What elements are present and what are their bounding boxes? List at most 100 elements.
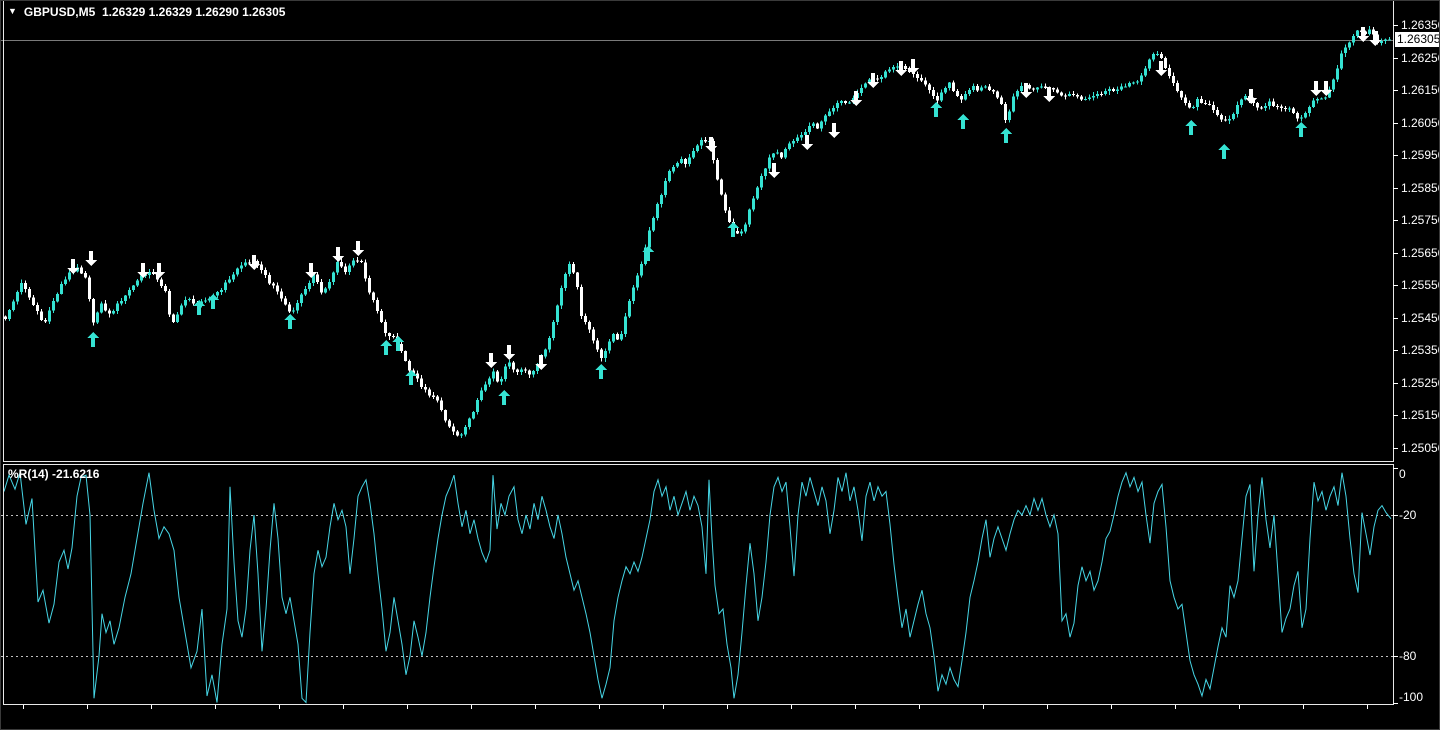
candle-body [448,421,451,427]
candle-body [1200,99,1203,103]
candle-body [1188,103,1191,107]
candle-body [1324,97,1327,98]
time-tick [471,705,472,709]
candle-body [96,313,99,323]
buy-arrow-icon [1295,122,1307,137]
time-tick [215,705,216,709]
candle-body [696,146,699,151]
buy-arrow-icon [284,314,296,329]
candle-body [436,397,439,401]
candle-body [392,336,395,337]
candle-body [844,101,847,103]
wpr-tick-label: -80 [1399,649,1416,663]
candle-body [876,78,879,79]
candle-body [784,149,787,158]
indicator-name: %R(14) [8,467,49,481]
panel-splitter[interactable] [3,461,1394,465]
candle-body [816,123,819,128]
candle-body [116,304,119,311]
sell-arrow-icon [705,137,717,152]
main-price-chart[interactable] [1,1,1393,461]
candle-body [176,314,179,322]
candle-body [40,311,43,320]
price-tick-label: 1.25050 [1401,441,1440,455]
candle-body [624,316,627,334]
candle-body [1180,91,1183,98]
candle-body [344,267,347,272]
sell-arrow-icon [485,353,497,368]
time-tick [1239,705,1240,709]
price-axis[interactable]: 1.263501.262501.261501.260501.259501.258… [1393,1,1440,705]
candle-body [580,287,583,316]
price-tick-label: 1.25450 [1401,311,1440,325]
candle-body [244,263,247,266]
candle-body [692,151,695,158]
candle-body [172,315,175,323]
candle-body [1044,87,1047,88]
candle-body [880,77,883,79]
candle-body [1316,99,1319,101]
candle-body [456,432,459,436]
buy-arrow-icon [1185,120,1197,135]
candle-body [608,341,611,350]
candle-body [1312,101,1315,108]
candle-body [1100,94,1103,95]
candle-body [1096,94,1099,96]
candle-body [772,154,775,158]
candle-body [944,88,947,93]
candle-body [64,279,67,284]
candle-body [964,94,967,100]
candle-body [632,287,635,301]
candle-body [232,274,235,279]
candle-body [792,141,795,143]
time-tick [983,705,984,709]
candle-body [1080,97,1083,100]
candle-body [504,366,507,379]
candle-body [744,224,747,231]
candle-body [324,288,327,292]
candle-body [332,273,335,282]
price-tick [1393,253,1398,254]
price-tick-label: 1.25750 [1401,213,1440,227]
candle-body [1148,60,1151,69]
candle-body [776,153,779,154]
candle-body [308,283,311,289]
candle-body [1240,100,1243,105]
candle-body [1132,83,1135,84]
candle-body [460,435,463,436]
candle-body [1196,99,1199,107]
price-tick [1393,318,1398,319]
candle-body [1236,105,1239,114]
candle-body [1028,85,1031,89]
symbol-dropdown-icon[interactable]: ▼ [8,6,17,16]
ohlc-quotes-label: 1.26329 1.26329 1.26290 1.26305 [102,5,286,19]
candle-body [1092,96,1095,98]
time-axis[interactable]: 8 Jul 20208 Jul 04:258 Jul 05:458 Jul 07… [1,704,1440,730]
candle-body [112,311,115,314]
candle-body [604,351,607,358]
signal-arrows [67,27,1381,405]
candle-body [1124,86,1127,87]
candle-body [264,270,267,275]
candle-body [1032,88,1035,89]
candle-body [984,87,987,88]
sell-arrow-icon [137,263,149,278]
candle-body [720,180,723,195]
candle-body [8,310,11,319]
candle-body [1156,54,1159,55]
candle-body [476,400,479,412]
candle-body [1192,107,1195,108]
candle-body [700,140,703,146]
time-tick [151,705,152,709]
chart-left-border [3,1,4,705]
wpr-indicator-chart[interactable] [1,465,1393,704]
time-tick [1111,705,1112,709]
candle-body [1256,103,1259,108]
candle-body [1160,54,1163,58]
candle-body [724,194,727,210]
candle-body [656,204,659,218]
candle-body [1128,83,1131,86]
price-tick [1393,123,1398,124]
candle-body [68,273,71,280]
price-tick-label: 1.26050 [1401,116,1440,130]
